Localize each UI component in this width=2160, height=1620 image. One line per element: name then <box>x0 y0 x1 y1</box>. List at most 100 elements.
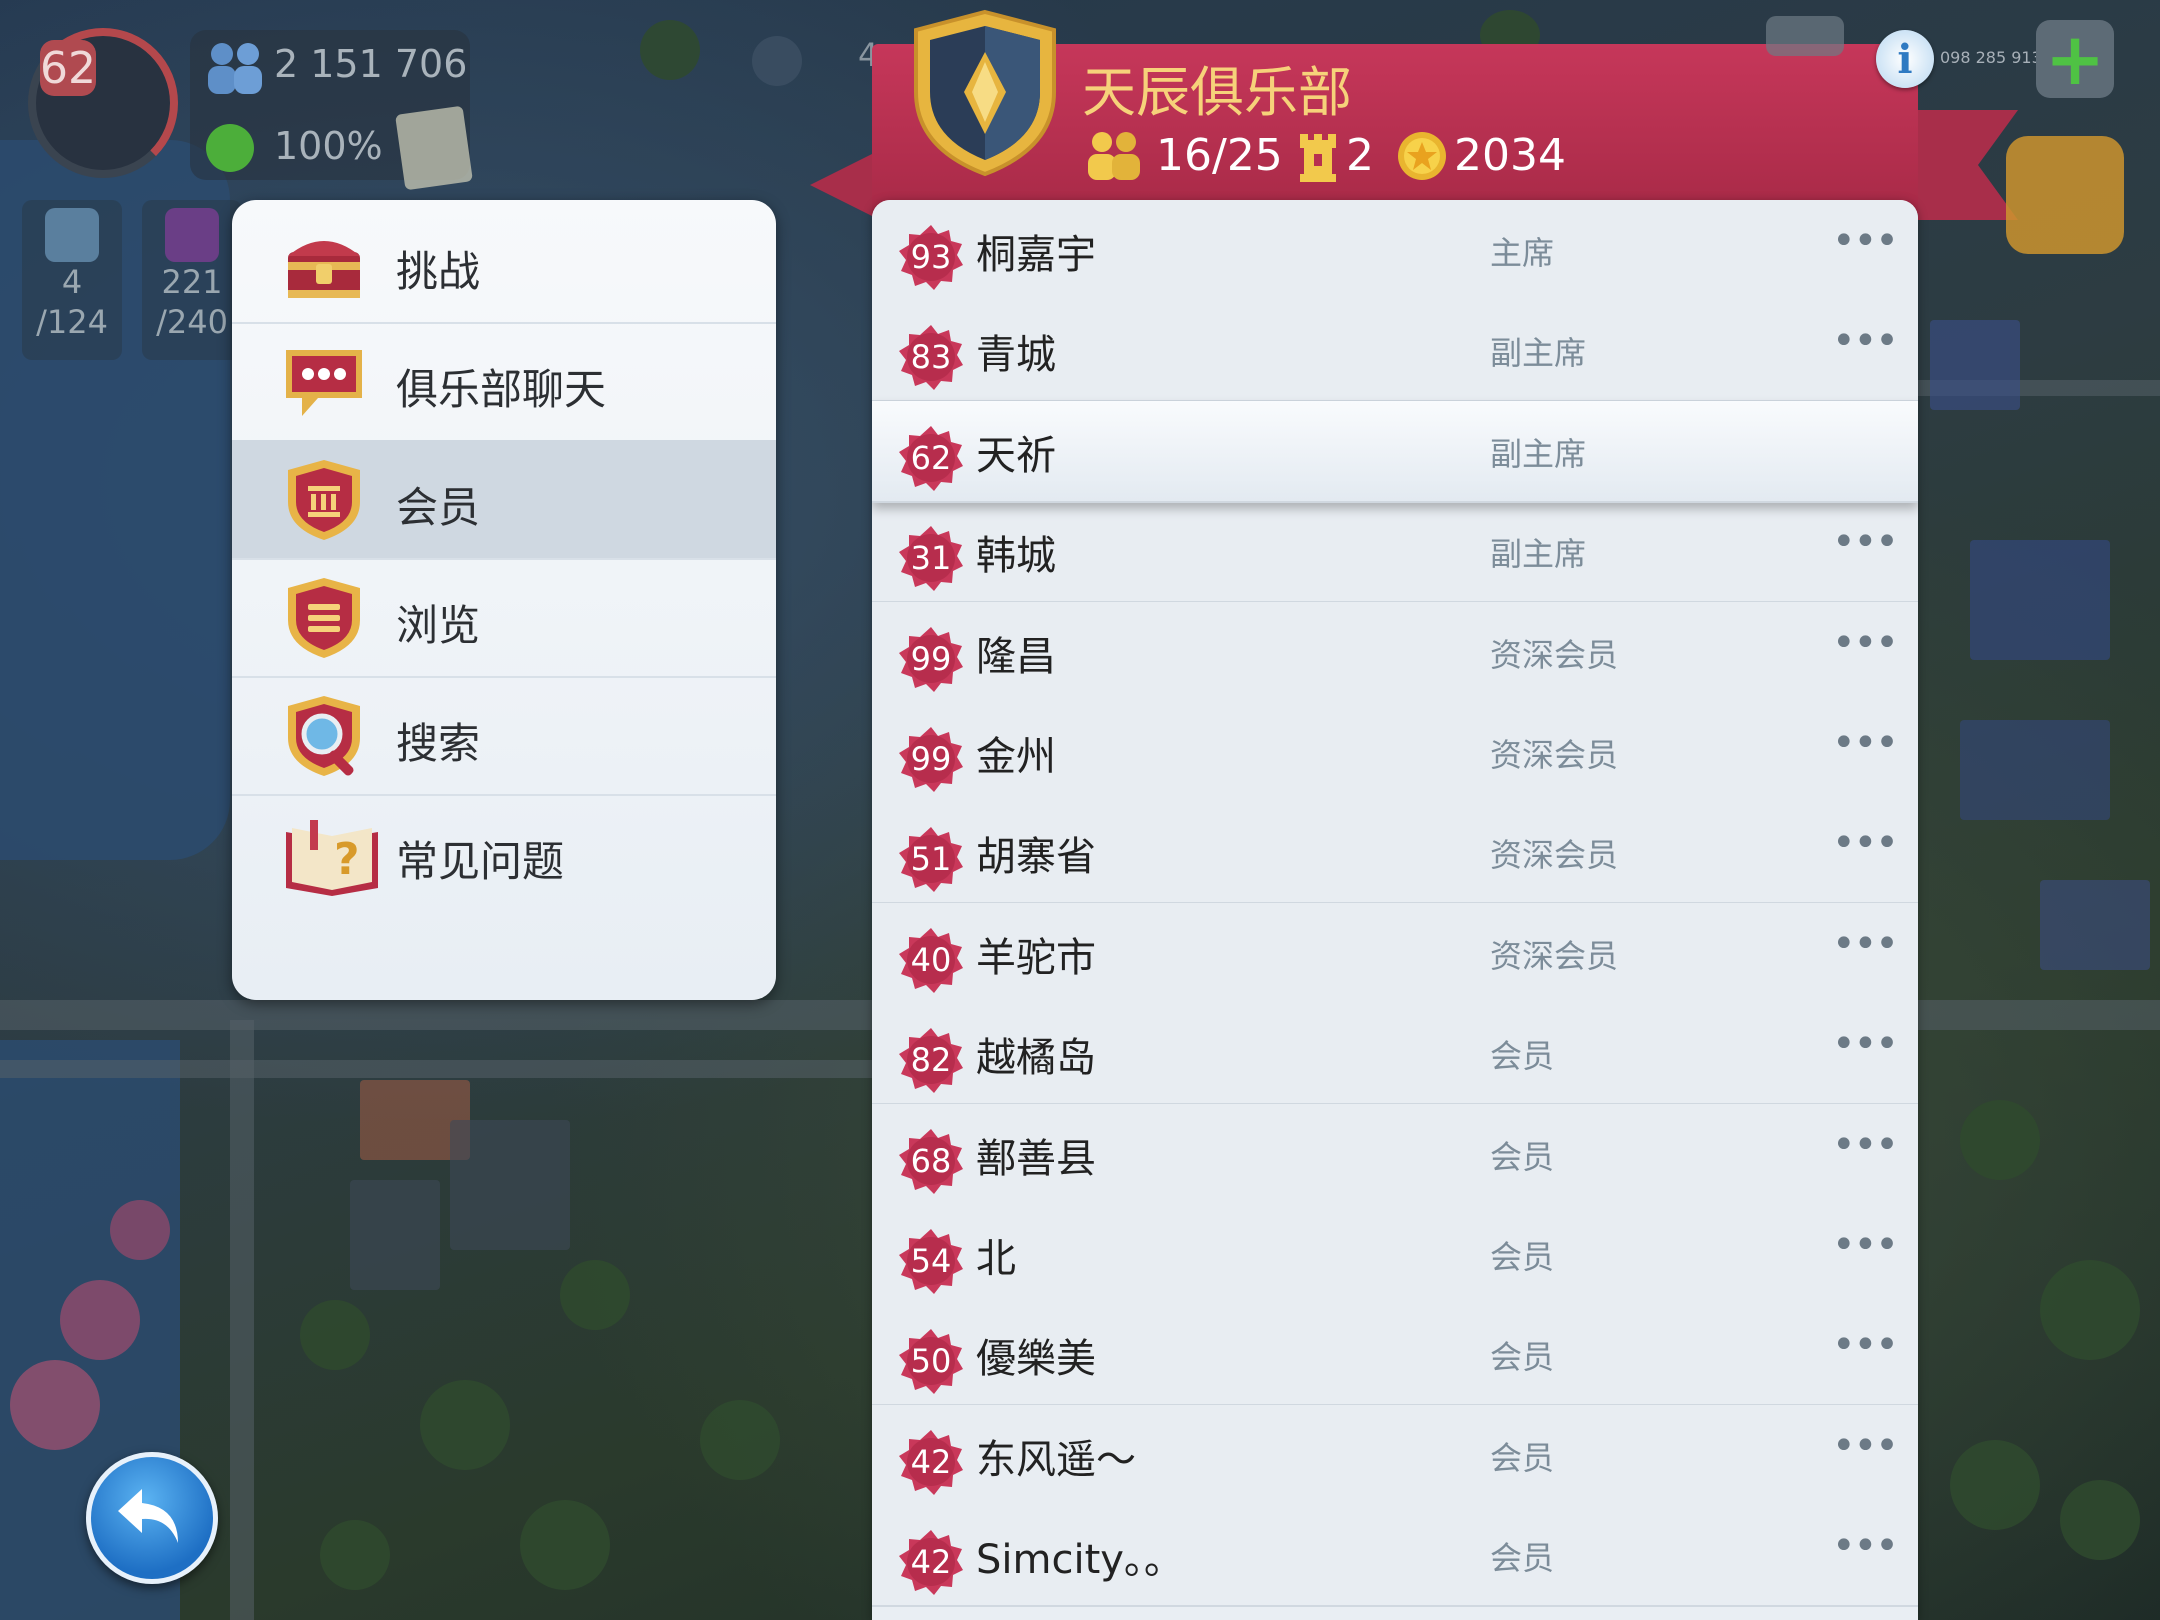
member-level: 93 <box>910 238 952 276</box>
member-level-badge: 31 <box>898 525 964 591</box>
member-level: 42 <box>910 1443 952 1481</box>
member-level-badge: 50 <box>898 1328 964 1394</box>
member-name: 越橘岛 <box>976 1035 1096 1081</box>
members-count-icon <box>1082 130 1146 186</box>
more-options-button[interactable]: ••• <box>1832 1021 1899 1067</box>
gold-coin-icon <box>1396 130 1448 186</box>
treasure-chest-icon <box>282 222 366 306</box>
menu-item-faq[interactable]: ? 常见问题 <box>232 794 776 912</box>
more-options-button[interactable]: ••• <box>1832 519 1899 565</box>
member-row[interactable]: 40 羊驼市 资深会员 ••• <box>872 903 1918 1005</box>
member-level-badge: 54 <box>898 1228 964 1294</box>
menu-item-search[interactable]: 搜索 <box>232 676 776 796</box>
menu-item-browse[interactable]: 浏览 <box>232 558 776 678</box>
search-magnifier-icon <box>282 694 366 778</box>
members-count: 16/25 <box>1156 130 1283 181</box>
member-role: 副主席 <box>1490 334 1587 372</box>
back-arrow-icon <box>118 1489 178 1543</box>
member-level-badge: 83 <box>898 324 964 390</box>
members-list[interactable]: 93 桐嘉宇 主席 ••• 83 青城 副主席 ••• 62 天祈 副主席 31 韩城 副主席 ••• 99 隆… <box>872 200 1918 1620</box>
member-row[interactable]: 99 金州 资深会员 ••• <box>872 702 1918 804</box>
member-level: 99 <box>910 640 952 678</box>
menu-item-club-chat[interactable]: 俱乐部聊天 <box>232 322 776 442</box>
member-level-badge: 42 <box>898 1529 964 1595</box>
member-role: 会员 <box>1490 1439 1555 1477</box>
more-options-button[interactable]: ••• <box>1832 1222 1899 1268</box>
member-row[interactable]: 31 韩城 副主席 ••• <box>872 501 1918 603</box>
more-options-button[interactable]: ••• <box>1832 720 1899 766</box>
castle-tower-icon <box>1298 130 1338 186</box>
member-name: 羊驼市 <box>976 935 1096 981</box>
member-level-badge: 51 <box>898 826 964 892</box>
storage-warehouse[interactable]: 221 /240 <box>142 200 242 360</box>
plus-icon: + <box>2044 17 2106 101</box>
member-name: 韩城 <box>976 533 1056 579</box>
more-options-button[interactable]: ••• <box>1832 1122 1899 1168</box>
member-role: 会员 <box>1490 1138 1555 1176</box>
member-row[interactable]: 82 越橘岛 会员 ••• <box>872 1003 1918 1105</box>
menu-item-challenge[interactable]: 挑战 <box>232 204 776 324</box>
member-level-badge: 93 <box>898 224 964 290</box>
member-role: 副主席 <box>1490 435 1587 473</box>
more-options-button[interactable]: ••• <box>1832 1322 1899 1368</box>
member-role: 会员 <box>1490 1539 1555 1577</box>
storage-value: 221 <box>161 263 223 301</box>
more-options-button[interactable]: ••• <box>1832 218 1899 264</box>
member-row[interactable]: 42 东风遥～ 会员 ••• <box>872 1405 1918 1507</box>
menu-label: 挑战 <box>396 247 481 296</box>
menu-item-members[interactable]: 会员 <box>232 440 776 560</box>
member-name: 鄯善县 <box>976 1136 1096 1182</box>
member-row[interactable]: 99 隆昌 资深会员 ••• <box>872 602 1918 704</box>
storage-water[interactable]: 4 /124 <box>22 200 122 360</box>
member-name: Simcity。。 <box>976 1537 1184 1583</box>
member-role: 资深会员 <box>1490 937 1619 975</box>
smiley-icon <box>206 124 254 172</box>
faq-book-icon: ? <box>282 812 378 896</box>
member-level-badge: 68 <box>898 1128 964 1194</box>
member-role: 资深会员 <box>1490 636 1619 674</box>
level-badge: 62 <box>40 40 96 96</box>
storage-value: 4 <box>61 263 83 301</box>
member-row[interactable]: 62 天祈 副主席 <box>872 401 1918 503</box>
menu-label: 会员 <box>396 483 481 532</box>
menu-label: 搜索 <box>396 719 481 768</box>
info-button[interactable]: i <box>1876 30 1934 88</box>
member-row[interactable]: 68 鄯善县 会员 ••• <box>872 1104 1918 1206</box>
member-name: 隆昌 <box>976 634 1056 680</box>
svg-text:?: ? <box>334 834 360 885</box>
member-level-badge: 99 <box>898 626 964 692</box>
member-row[interactable]: 83 青城 副主席 ••• <box>872 300 1918 402</box>
member-row[interactable]: 42 Simcity。。 会员 ••• <box>872 1505 1918 1607</box>
more-options-button[interactable]: ••• <box>1832 318 1899 364</box>
member-level: 40 <box>910 941 952 979</box>
happiness-value: 100% <box>274 124 383 168</box>
member-name: 北 <box>976 1236 1016 1282</box>
more-options-button[interactable]: ••• <box>1832 620 1899 666</box>
storage-capacity: /240 <box>156 303 228 341</box>
more-options-button[interactable]: ••• <box>1832 1423 1899 1469</box>
member-name: 胡寨省 <box>976 834 1096 880</box>
member-role: 会员 <box>1490 1037 1555 1075</box>
menu-label: 俱乐部聊天 <box>396 365 607 414</box>
more-options-button[interactable]: ••• <box>1832 921 1899 967</box>
water-tower-icon <box>45 208 99 262</box>
warehouse-icon <box>165 208 219 262</box>
member-row[interactable]: 50 優樂美 会员 ••• <box>872 1304 1918 1406</box>
club-emblem-icon <box>910 8 1060 178</box>
member-role: 会员 <box>1490 1238 1555 1276</box>
clipboard-icon[interactable] <box>395 105 473 191</box>
shop-bag-icon[interactable] <box>2006 136 2124 254</box>
member-level: 68 <box>910 1142 952 1180</box>
back-button[interactable] <box>86 1452 218 1584</box>
level-value: 62 <box>40 42 96 94</box>
hidden-top-button[interactable] <box>1766 16 1844 56</box>
club-name: 天辰俱乐部 <box>1082 61 1352 124</box>
add-currency-button[interactable]: + <box>2036 17 2114 101</box>
member-row[interactable]: 54 北 会员 ••• <box>872 1204 1918 1306</box>
more-options-button[interactable]: ••• <box>1832 820 1899 866</box>
more-options-button[interactable]: ••• <box>1832 1523 1899 1569</box>
member-row[interactable]: 93 桐嘉宇 主席 ••• <box>872 200 1918 302</box>
compass-icon[interactable] <box>752 36 802 86</box>
member-level: 50 <box>910 1342 952 1380</box>
member-row[interactable]: 51 胡寨省 资深会员 ••• <box>872 802 1918 904</box>
